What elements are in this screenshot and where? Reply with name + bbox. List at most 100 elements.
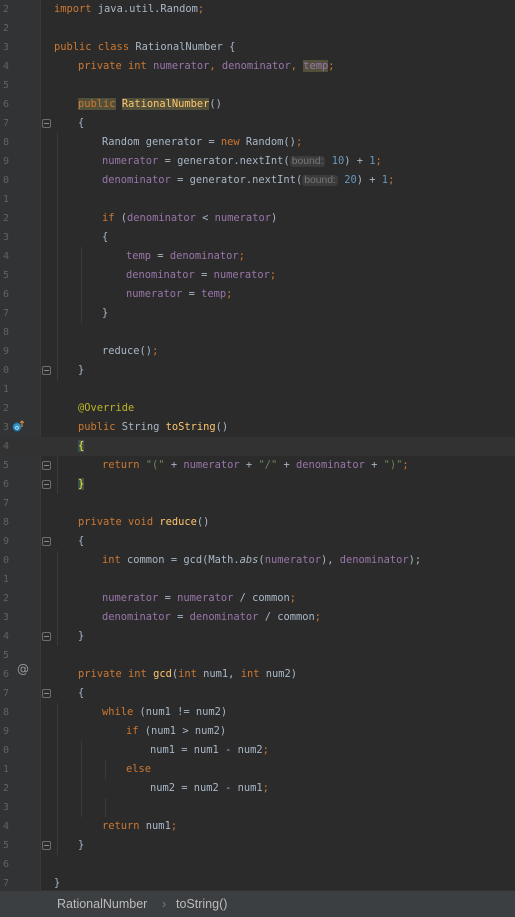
code-line[interactable]: 5 denominator = numerator;	[0, 266, 515, 285]
code-line[interactable]: 3 public String toString()	[0, 418, 515, 437]
code-line[interactable]: 4}	[0, 627, 515, 646]
code-line[interactable]: 2 num2 = num2 - num1;	[0, 779, 515, 798]
code-token: common = gcd(Math.	[127, 554, 240, 566]
code-line[interactable]: 9{	[0, 532, 515, 551]
code-line[interactable]: 3 denominator = denominator / common;	[0, 608, 515, 627]
breadcrumb-method[interactable]: toString()	[176, 897, 227, 911]
code-line[interactable]: 5	[0, 76, 515, 95]
code-line[interactable]: 0}	[0, 361, 515, 380]
code-line[interactable]: 4 return num1;	[0, 817, 515, 836]
code-token: )	[270, 212, 278, 224]
code-line[interactable]: 9 if (num1 > num2)	[0, 722, 515, 741]
code-token: / common	[258, 611, 315, 623]
code-token: denominator	[189, 611, 259, 623]
code-line[interactable]: 3{	[0, 228, 515, 247]
code-line[interactable]: 3	[0, 798, 515, 817]
code-token: }	[78, 364, 85, 376]
breadcrumb-bar: RationalNumber › toString()	[0, 890, 515, 917]
code-token: +	[164, 459, 184, 471]
code-line[interactable]: 8 while (num1 != num2)	[0, 703, 515, 722]
code-line[interactable]: 1	[0, 380, 515, 399]
code-line[interactable]: 0 num1 = num1 - num2;	[0, 741, 515, 760]
code-text: while (num1 != num2)	[102, 703, 227, 722]
code-line[interactable]: 4 private int numerator, denominator, tem…	[0, 57, 515, 76]
code-token: ,	[290, 60, 304, 72]
code-line[interactable]: 4 temp = denominator;	[0, 247, 515, 266]
line-number: 6	[2, 479, 9, 490]
code-token: ,	[209, 60, 222, 72]
code-token: num1,	[203, 668, 241, 680]
code-text: numerator = temp;	[126, 285, 232, 304]
code-line[interactable]: 1	[0, 190, 515, 209]
code-token: ;	[152, 345, 159, 357]
code-line[interactable]: 0 int common = gcd(Math.abs(numerator), d…	[0, 551, 515, 570]
line-number: 1	[2, 384, 9, 395]
code-text: reduce();	[102, 342, 158, 361]
code-line[interactable]: 5 return "(" + numerator + "/" + denomina…	[0, 456, 515, 475]
code-token: }	[78, 478, 85, 490]
code-line[interactable]: 7{	[0, 684, 515, 703]
code-token: return	[102, 459, 146, 471]
code-text: }	[78, 627, 84, 646]
code-text: import java.util.Random;	[54, 0, 204, 19]
code-line[interactable]: 5}	[0, 836, 515, 855]
code-token: denominator	[339, 554, 409, 566]
line-number: 1	[2, 764, 9, 775]
line-number: 4	[2, 61, 9, 72]
code-token: temp	[126, 250, 152, 262]
code-line[interactable]: 3 public class RationalNumber {	[0, 38, 515, 57]
code-line[interactable]: 7}	[0, 874, 515, 890]
breadcrumb-separator-icon: ›	[162, 897, 167, 911]
code-token: denominator	[126, 269, 195, 281]
line-number: 9	[2, 726, 9, 737]
code-line[interactable]: 1	[0, 570, 515, 589]
line-number: 5	[2, 80, 9, 91]
code-line[interactable]: 5	[0, 646, 515, 665]
code-text: return num1;	[102, 817, 177, 836]
code-line[interactable]: 4{	[0, 437, 515, 456]
code-line[interactable]: 6 public RationalNumber()	[0, 95, 515, 114]
breadcrumb-class[interactable]: RationalNumber	[57, 897, 147, 911]
code-text: {	[78, 114, 84, 133]
code-line[interactable]: 9 reduce();	[0, 342, 515, 361]
code-token: = generator.nextInt(	[170, 174, 303, 186]
line-number: 3	[2, 422, 9, 433]
code-line[interactable]: 7	[0, 494, 515, 513]
code-line[interactable]: 7}	[0, 304, 515, 323]
code-lines[interactable]: 2 import java.util.Random; 2 3 public class …	[0, 0, 515, 890]
code-token: "("	[145, 459, 165, 471]
code-token: ;	[388, 174, 395, 186]
line-number: 2	[2, 403, 9, 414]
code-line[interactable]: 8	[0, 323, 515, 342]
code-line[interactable]: 6	[0, 855, 515, 874]
code-line[interactable]: 6 numerator = temp;	[0, 285, 515, 304]
code-line[interactable]: 2 @Override	[0, 399, 515, 418]
code-line[interactable]: 2	[0, 19, 515, 38]
code-token: temp	[303, 60, 329, 72]
code-token: ) +	[344, 155, 370, 167]
code-token: ()	[215, 421, 229, 433]
code-line[interactable]: 2 import java.util.Random;	[0, 0, 515, 19]
code-line[interactable]: 2 if (denominator < numerator)	[0, 209, 515, 228]
line-number: 2	[2, 23, 9, 34]
override-method-icon[interactable]: o	[12, 420, 24, 432]
code-line[interactable]: 9 numerator = generator.nextInt(bound: 10…	[0, 152, 515, 171]
code-token: import	[54, 3, 98, 15]
code-token: denominator	[221, 60, 291, 72]
code-line[interactable]: 2 numerator = numerator / common;	[0, 589, 515, 608]
recursive-call-icon[interactable]: @	[17, 662, 29, 676]
line-number: 6	[2, 99, 9, 110]
code-token: Random()	[245, 136, 296, 148]
code-token: <	[195, 212, 215, 224]
code-editor[interactable]: 2 import java.util.Random; 2 3 public class …	[0, 0, 515, 890]
code-line[interactable]: 8 private void reduce()	[0, 513, 515, 532]
code-line[interactable]: 6}	[0, 475, 515, 494]
code-line[interactable]: 1 else	[0, 760, 515, 779]
code-line[interactable]: 8 Random generator = new Random();	[0, 133, 515, 152]
code-token: ;	[262, 744, 269, 756]
code-line[interactable]: 6 private int gcd(int num1, int num2)	[0, 665, 515, 684]
code-line[interactable]: 0 denominator = generator.nextInt(bound: …	[0, 171, 515, 190]
code-line[interactable]: 7{	[0, 114, 515, 133]
line-number: 8	[2, 517, 9, 528]
code-token: RationalNumber {	[135, 41, 236, 53]
